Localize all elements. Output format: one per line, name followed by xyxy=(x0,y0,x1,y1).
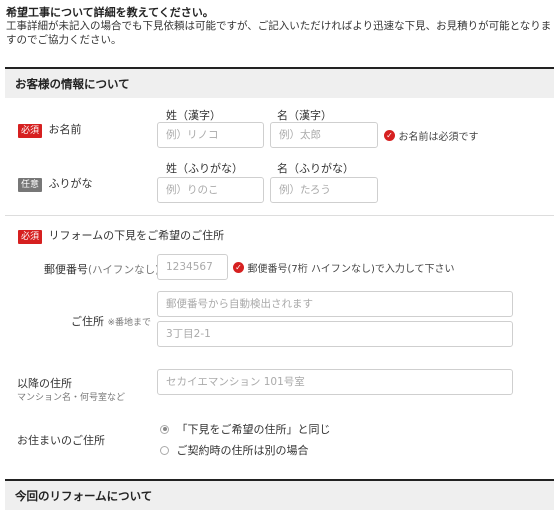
address-title: リフォームの下見をご希望のご住所 xyxy=(48,229,225,242)
furigana-label-group: 任意 ふりがな xyxy=(18,175,93,192)
name-sei-label: 姓（漢字） xyxy=(166,109,221,122)
radio-button[interactable] xyxy=(160,424,169,434)
furigana-label: ふりがな xyxy=(48,177,93,190)
name-sei-input[interactable] xyxy=(157,122,264,148)
name-label: お名前 xyxy=(48,123,82,136)
residence-label: お住まいのご住所 xyxy=(17,434,105,447)
furigana-mei-label: 名（ふりがな） xyxy=(277,162,354,175)
reform-section-title: 今回のリフォームについて xyxy=(15,489,153,503)
furigana-mei-input[interactable] xyxy=(270,177,378,203)
radio-button[interactable] xyxy=(160,445,169,455)
postal-error: ✓ 郵便番号(7桁 ハイフンなし)で入力して下さい xyxy=(233,260,455,275)
check-icon: ✓ xyxy=(384,130,395,141)
residence-option-different-label: ご契約時の住所は別の場合 xyxy=(176,444,309,457)
name-mei-input[interactable] xyxy=(270,122,378,148)
section-divider xyxy=(5,215,554,216)
customer-section-header: お客様の情報について xyxy=(5,67,554,98)
building-label: 以降の住所 xyxy=(17,377,72,390)
building-label-note: マンション名・何号室など xyxy=(17,393,126,403)
name-label-group: 必須 お名前 xyxy=(18,121,82,138)
check-icon: ✓ xyxy=(233,262,244,273)
postal-label-group: 郵便番号(ハイフンなし) xyxy=(44,261,159,277)
name-error-text: お名前は必須です xyxy=(398,132,479,143)
name-mei-label: 名（漢字） xyxy=(277,109,332,122)
optional-badge: 任意 xyxy=(18,178,43,192)
postal-label-note: (ハイフンなし) xyxy=(88,264,160,276)
required-badge: 必須 xyxy=(18,230,43,244)
address-label: ご住所 xyxy=(71,315,104,328)
residence-option-same[interactable]: 「下見をご希望の住所」と同じ xyxy=(160,421,331,437)
address-street-input[interactable] xyxy=(157,321,513,347)
customer-section-title: お客様の情報について xyxy=(15,77,130,91)
building-input[interactable] xyxy=(157,369,513,395)
reform-section-header: 今回のリフォームについて xyxy=(5,479,554,510)
address-auto-input[interactable] xyxy=(157,291,513,317)
address-title-group: 必須 リフォームの下見をご希望のご住所 xyxy=(18,227,224,244)
address-label-note: ※番地まで xyxy=(107,318,152,328)
postal-label: 郵便番号 xyxy=(44,263,88,276)
postal-code-input[interactable] xyxy=(157,254,228,280)
address-label-group: ご住所 ※番地まで xyxy=(71,313,151,329)
residence-option-different[interactable]: ご契約時の住所は別の場合 xyxy=(160,442,309,458)
name-error: ✓ お名前は必須です xyxy=(384,128,479,143)
furigana-sei-label: 姓（ふりがな） xyxy=(166,162,243,175)
intro-title: 希望工事について詳細を教えてください。 xyxy=(6,6,214,19)
furigana-sei-input[interactable] xyxy=(157,177,264,203)
intro-text: 工事詳細が未記入の場合でも下見依頼は可能ですが、ご記入いただければより迅速な下見… xyxy=(6,20,552,46)
residence-option-same-label: 「下見をご希望の住所」と同じ xyxy=(176,423,331,436)
postal-error-text: 郵便番号(7桁 ハイフンなし)で入力して下さい xyxy=(247,264,455,275)
required-badge: 必須 xyxy=(18,124,43,138)
